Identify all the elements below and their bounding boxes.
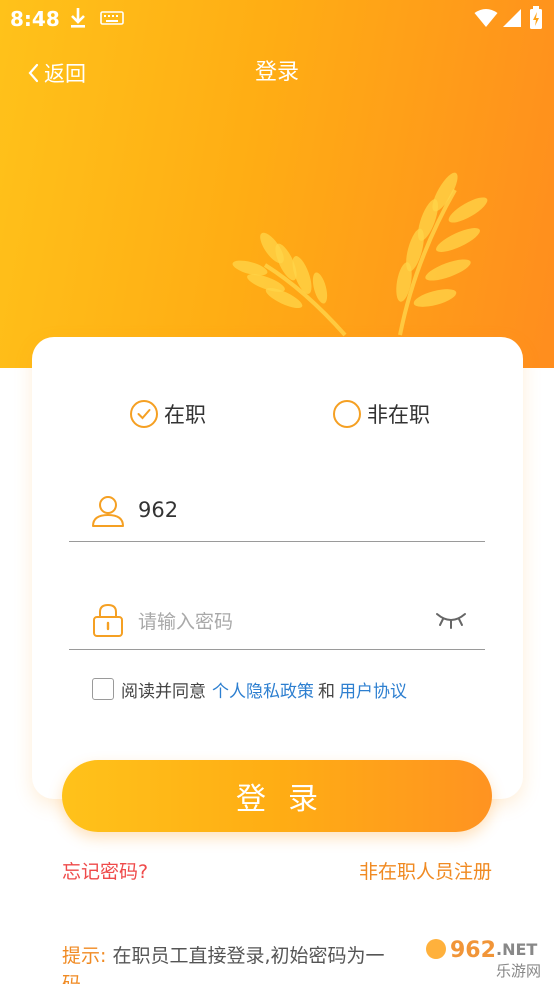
privacy-policy-link[interactable]: 个人隐私政策	[212, 677, 314, 702]
battery-icon	[530, 6, 542, 29]
watermark-sub: 乐游网	[496, 962, 541, 980]
wheat-decoration-icon	[232, 172, 488, 337]
radio-unchecked-icon	[333, 400, 361, 428]
register-link[interactable]: 非在职人员注册	[359, 857, 492, 884]
tip-body: 在职员工直接登录,初始密码为一	[106, 945, 385, 967]
watermark-brand: 962	[450, 938, 496, 963]
tip-text: 提示: 在职员工直接登录,初始密码为一 码	[62, 942, 422, 984]
radio-not-employed[interactable]: 非在职	[333, 399, 430, 429]
radio-employed[interactable]: 在职	[130, 399, 206, 429]
user-icon	[92, 496, 124, 527]
download-icon	[71, 8, 85, 28]
wifi-icon	[474, 9, 498, 27]
password-placeholder: 请输入密码	[138, 611, 234, 633]
header-banner: 8:48 返回 登录	[0, 0, 554, 368]
forgot-password-link[interactable]: 忘记密码?	[62, 857, 148, 884]
username-field[interactable]: 962	[69, 482, 485, 542]
agreement-conjunction: 和	[318, 681, 335, 702]
radio-employed-label: 在职	[164, 403, 206, 427]
username-value: 962	[138, 498, 179, 522]
page-title: 登录	[254, 60, 299, 85]
radio-not-employed-label: 非在职	[367, 403, 430, 427]
watermark-suffix: .NET	[496, 940, 537, 959]
agreement-prefix: 阅读并同意	[121, 681, 206, 702]
login-button[interactable]: 登录	[62, 760, 492, 832]
watermark-logo-icon: 962 .NET 乐游网	[416, 935, 550, 981]
agreement-row: 阅读并同意 个人隐私政策 和 用户协议	[92, 677, 407, 702]
password-field[interactable]: 请输入密码	[69, 590, 485, 650]
status-time: 8:48	[10, 7, 60, 31]
status-bar: 8:48	[0, 0, 554, 40]
keyboard-icon	[100, 11, 124, 25]
tip-label: 提示:	[62, 945, 107, 967]
lock-icon	[93, 603, 123, 637]
signal-icon	[503, 9, 521, 27]
terms-link[interactable]: 用户协议	[339, 677, 407, 702]
radio-checked-icon	[130, 400, 158, 428]
tip-wrap: 码	[62, 973, 82, 984]
eye-closed-icon[interactable]	[435, 610, 467, 630]
agreement-checkbox[interactable]	[92, 678, 114, 700]
login-card: 在职 非在职 962 请输入密码 阅读并同意 个人隐私政策 和 用户协议	[32, 337, 523, 799]
